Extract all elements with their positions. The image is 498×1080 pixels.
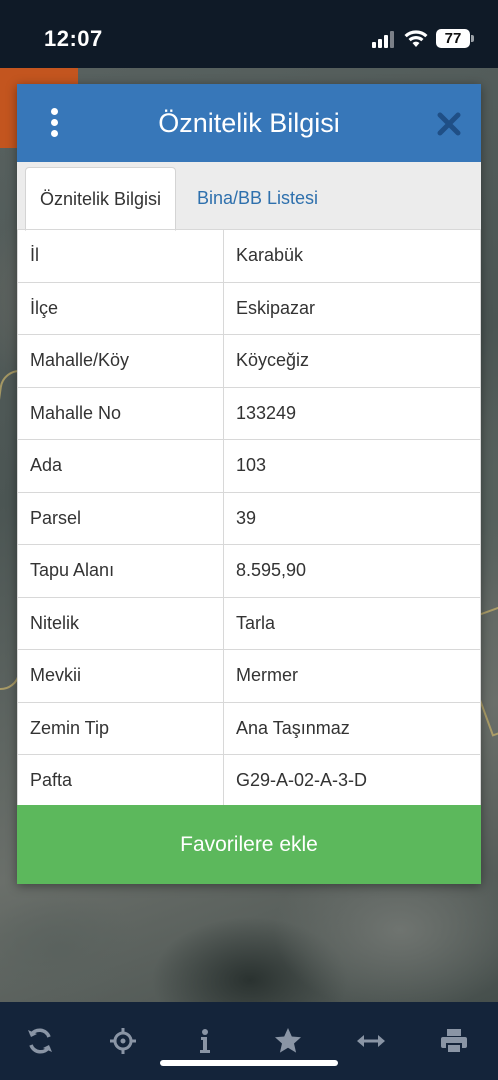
attribute-value: 39 (223, 491, 481, 545)
star-icon[interactable] (273, 1026, 303, 1056)
attribute-key: İl (17, 229, 224, 283)
table-row: Pafta G29-A-02-A-3-D (17, 754, 481, 808)
attribute-value: Mermer (223, 649, 481, 703)
attribute-info-dialog: Öznitelik Bilgisi Öznitelik Bilgisi Bina… (17, 84, 481, 884)
cellular-signal-icon (372, 30, 398, 48)
table-row: Mahalle No 133249 (17, 386, 481, 440)
attribute-key: Mahalle/Köy (17, 334, 224, 388)
table-row: Zemin Tip Ana Taşınmaz (17, 701, 481, 755)
attribute-value: Karabük (223, 229, 481, 283)
table-row: İlçe Eskipazar (17, 281, 481, 335)
measure-icon[interactable] (356, 1026, 386, 1056)
dialog-header: Öznitelik Bilgisi (17, 84, 481, 162)
attribute-key: İlçe (17, 281, 224, 335)
status-time: 12:07 (44, 26, 103, 51)
bottom-toolbar (0, 1002, 498, 1080)
table-row: Mahalle/Köy Köyceğiz (17, 334, 481, 388)
table-row: Mevkii Mermer (17, 649, 481, 703)
attribute-table: İl Karabük İlçe Eskipazar Mahalle/Köy Kö… (17, 229, 481, 808)
locate-icon[interactable] (108, 1026, 138, 1056)
wifi-icon (404, 30, 428, 47)
attribute-key: Mahalle No (17, 386, 224, 440)
attribute-key: Parsel (17, 491, 224, 545)
info-icon[interactable] (190, 1026, 220, 1056)
table-row: Parsel 39 (17, 491, 481, 545)
print-icon[interactable] (439, 1026, 469, 1056)
close-icon[interactable] (435, 110, 463, 138)
attribute-value: Eskipazar (223, 281, 481, 335)
attribute-key: Mevkii (17, 649, 224, 703)
attribute-value: Köyceğiz (223, 334, 481, 388)
refresh-icon[interactable] (25, 1026, 55, 1056)
dialog-title: Öznitelik Bilgisi (158, 108, 340, 138)
table-row: Ada 103 (17, 439, 481, 493)
tab-attribute-info[interactable]: Öznitelik Bilgisi (25, 167, 177, 231)
attribute-key: Pafta (17, 754, 224, 808)
more-options-icon[interactable] (47, 108, 61, 138)
tab-building-list[interactable]: Bina/BB Listesi (183, 167, 332, 231)
home-indicator[interactable] (160, 1060, 338, 1066)
attribute-value: 133249 (223, 386, 481, 440)
table-row: Tapu Alanı 8.595,90 (17, 544, 481, 598)
attribute-value: 8.595,90 (223, 544, 481, 598)
attribute-value: Ana Taşınmaz (223, 701, 481, 755)
battery-icon (471, 35, 474, 42)
status-bar: 12:07 77 (0, 0, 498, 68)
attribute-key: Nitelik (17, 596, 224, 650)
attribute-key: Zemin Tip (17, 701, 224, 755)
attribute-key: Tapu Alanı (17, 544, 224, 598)
table-row: Nitelik Tarla (17, 596, 481, 650)
attribute-value: Tarla (223, 596, 481, 650)
attribute-key: Ada (17, 439, 224, 493)
attribute-value: G29-A-02-A-3-D (223, 754, 481, 808)
tab-bar: Öznitelik Bilgisi Bina/BB Listesi (17, 162, 481, 231)
attribute-value: 103 (223, 439, 481, 493)
add-to-favorites-button[interactable]: Favorilere ekle (17, 805, 481, 884)
battery-level: 77 (436, 29, 470, 48)
table-row: İl Karabük (17, 229, 481, 283)
